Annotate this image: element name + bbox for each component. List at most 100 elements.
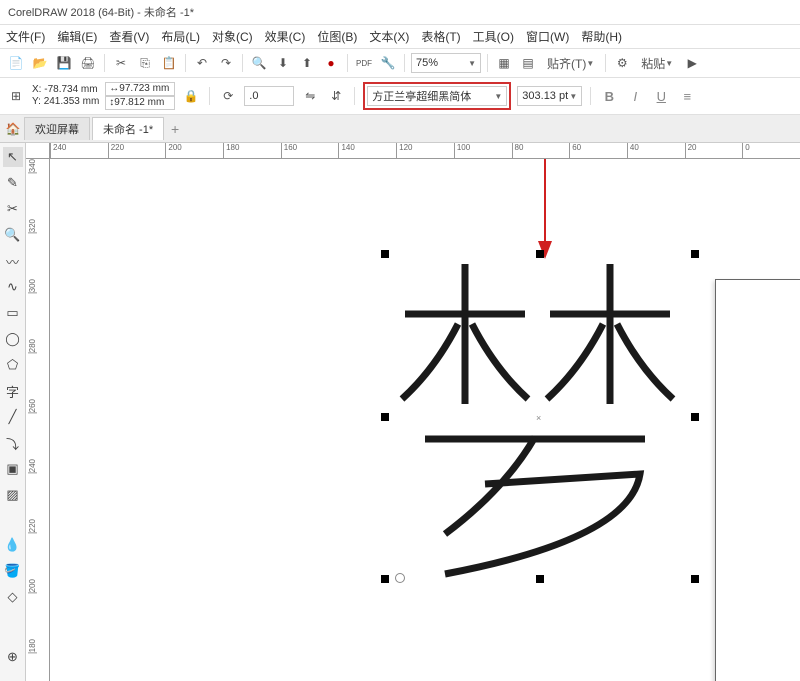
handle-top-center[interactable] — [536, 250, 544, 258]
object-origin-button[interactable]: ⊞ — [6, 86, 26, 106]
copy-button[interactable]: ⎘ — [135, 53, 155, 73]
height-input[interactable]: ↕ 97.812 mm — [105, 96, 175, 110]
outline-tool[interactable]: ◇ — [3, 587, 23, 607]
launch-button[interactable]: ▶ — [682, 53, 702, 73]
expand-toolbox-button[interactable]: ⊕ — [3, 647, 23, 667]
mirror-h-button[interactable]: ⇋ — [300, 86, 320, 106]
drop-shadow-tool[interactable]: ▣ — [3, 459, 23, 479]
separator — [347, 54, 348, 72]
open-button[interactable]: 📂 — [30, 53, 50, 73]
underline-button[interactable]: U — [651, 86, 671, 106]
menu-table[interactable]: 表格(T) — [421, 28, 460, 45]
shape-tool[interactable]: ✎ — [3, 173, 23, 193]
print-button[interactable]: 🖨 — [78, 53, 98, 73]
import-button[interactable]: ⬇ — [273, 53, 293, 73]
font-highlight-box: 方正兰亭超细黑简体 ▼ — [363, 82, 511, 110]
add-tab-button[interactable]: + — [166, 120, 184, 138]
guides-button[interactable]: ▤ — [518, 53, 538, 73]
cut-button[interactable]: ✂ — [111, 53, 131, 73]
paste-dropdown[interactable]: 粘贴 ▼ — [636, 53, 678, 73]
document-tabs: 🏠 欢迎屏幕 未命名 -1* + — [0, 115, 800, 143]
search-button[interactable]: 🔍 — [249, 53, 269, 73]
align-button[interactable]: ≡ — [677, 86, 697, 106]
handle-top-left[interactable] — [381, 250, 389, 258]
italic-button[interactable]: I — [625, 86, 645, 106]
rectangle-tool[interactable]: ▭ — [3, 303, 23, 323]
vertical-ruler[interactable]: 340 320 300 280 260 240 220 200 180 — [26, 159, 50, 681]
fill-tool[interactable]: 🪣 — [3, 561, 23, 581]
font-size-select[interactable]: 303.13 pt ▼ — [517, 86, 582, 106]
export-button[interactable]: ⬆ — [297, 53, 317, 73]
zoom-select[interactable]: 75% ▼ — [411, 53, 481, 73]
horizontal-ruler[interactable]: 240 220 200 180 160 140 120 100 80 60 40… — [50, 143, 800, 159]
options-button[interactable]: ⚙ — [612, 53, 632, 73]
canvas[interactable]: × — [50, 159, 800, 681]
paste-button[interactable]: 📋 — [159, 53, 179, 73]
handle-bottom-left[interactable] — [381, 575, 389, 583]
menu-effects[interactable]: 效果(C) — [265, 28, 306, 45]
y-value[interactable]: 241.353 mm — [44, 96, 100, 107]
property-bar: ⊞ X: -78.734 mm Y: 241.353 mm ↔ 97.723 m… — [0, 78, 800, 115]
bold-button[interactable]: B — [599, 86, 619, 106]
connector-tool[interactable]: ⤵ — [3, 433, 23, 453]
handle-bottom-right[interactable] — [691, 575, 699, 583]
dimension-tool[interactable]: ╱ — [3, 407, 23, 427]
handle-middle-left[interactable] — [381, 413, 389, 421]
menu-layout[interactable]: 布局(L) — [161, 28, 200, 45]
pdf-button[interactable]: PDF — [354, 53, 374, 73]
separator — [487, 54, 488, 72]
font-name: 方正兰亭超细黑简体 — [372, 88, 471, 104]
crop-tool[interactable]: ✂ — [3, 199, 23, 219]
snap-dropdown[interactable]: 贴齐(T) ▼ — [542, 53, 599, 73]
font-family-select[interactable]: 方正兰亭超细黑简体 ▼ — [367, 86, 507, 106]
menu-view[interactable]: 查看(V) — [109, 28, 149, 45]
grid-button[interactable]: ▦ — [494, 53, 514, 73]
menu-text[interactable]: 文本(X) — [369, 28, 409, 45]
separator — [605, 54, 606, 72]
width-input[interactable]: ↔ 97.723 mm — [105, 82, 175, 96]
freehand-tool[interactable]: 〰 — [3, 251, 23, 271]
tools-button[interactable]: 🔧 — [378, 53, 398, 73]
app-title: CorelDRAW 2018 (64-Bit) - 未命名 -1* — [8, 7, 194, 19]
title-bar: CorelDRAW 2018 (64-Bit) - 未命名 -1* — [0, 0, 800, 25]
zoom-tool[interactable]: 🔍 — [3, 225, 23, 245]
menu-object[interactable]: 对象(C) — [212, 28, 253, 45]
lock-ratio-button[interactable]: 🔒 — [181, 86, 201, 106]
separator — [404, 54, 405, 72]
canvas-area: 240 220 200 180 160 140 120 100 80 60 40… — [26, 143, 800, 681]
tab-document[interactable]: 未命名 -1* — [92, 117, 164, 140]
record-button[interactable]: ● — [321, 53, 341, 73]
menu-help[interactable]: 帮助(H) — [581, 28, 622, 45]
ruler-corner[interactable] — [26, 143, 50, 159]
rotation-input[interactable]: .0 — [244, 86, 294, 106]
handle-top-right[interactable] — [691, 250, 699, 258]
tab-welcome[interactable]: 欢迎屏幕 — [24, 117, 90, 140]
artistic-media-tool[interactable]: ∿ — [3, 277, 23, 297]
menu-window[interactable]: 窗口(W) — [526, 28, 569, 45]
new-button[interactable]: 📄 — [6, 53, 26, 73]
menu-tools[interactable]: 工具(O) — [473, 28, 514, 45]
eyedropper-tool[interactable]: 💧 — [3, 535, 23, 555]
pick-tool[interactable]: ↖ — [3, 147, 23, 167]
menu-bitmap[interactable]: 位图(B) — [317, 28, 357, 45]
polygon-tool[interactable]: ⬠ — [3, 355, 23, 375]
handle-bottom-center[interactable] — [536, 575, 544, 583]
rotate-handle[interactable] — [395, 573, 405, 583]
center-indicator[interactable]: × — [536, 413, 544, 421]
save-button[interactable]: 💾 — [54, 53, 74, 73]
x-value[interactable]: -78.734 mm — [44, 84, 97, 95]
transparency-tool[interactable]: ▨ — [3, 485, 23, 505]
handle-middle-right[interactable] — [691, 413, 699, 421]
menu-edit[interactable]: 编辑(E) — [57, 28, 97, 45]
annotation-arrow — [530, 159, 560, 262]
redo-button[interactable]: ↷ — [216, 53, 236, 73]
position-group: X: -78.734 mm Y: 241.353 mm — [32, 84, 99, 108]
mirror-v-button[interactable]: ⇵ — [326, 86, 346, 106]
workspace: ↖ ✎ ✂ 🔍 〰 ∿ ▭ ◯ ⬠ 字 ╱ ⤵ ▣ ▨ 💧 🪣 ◇ ⊕ 240 … — [0, 143, 800, 681]
ellipse-tool[interactable]: ◯ — [3, 329, 23, 349]
menu-file[interactable]: 文件(F) — [6, 28, 45, 45]
menu-bar: 文件(F) 编辑(E) 查看(V) 布局(L) 对象(C) 效果(C) 位图(B… — [0, 25, 800, 48]
home-tab-icon[interactable]: 🏠 — [4, 120, 22, 138]
text-tool[interactable]: 字 — [3, 381, 23, 401]
undo-button[interactable]: ↶ — [192, 53, 212, 73]
